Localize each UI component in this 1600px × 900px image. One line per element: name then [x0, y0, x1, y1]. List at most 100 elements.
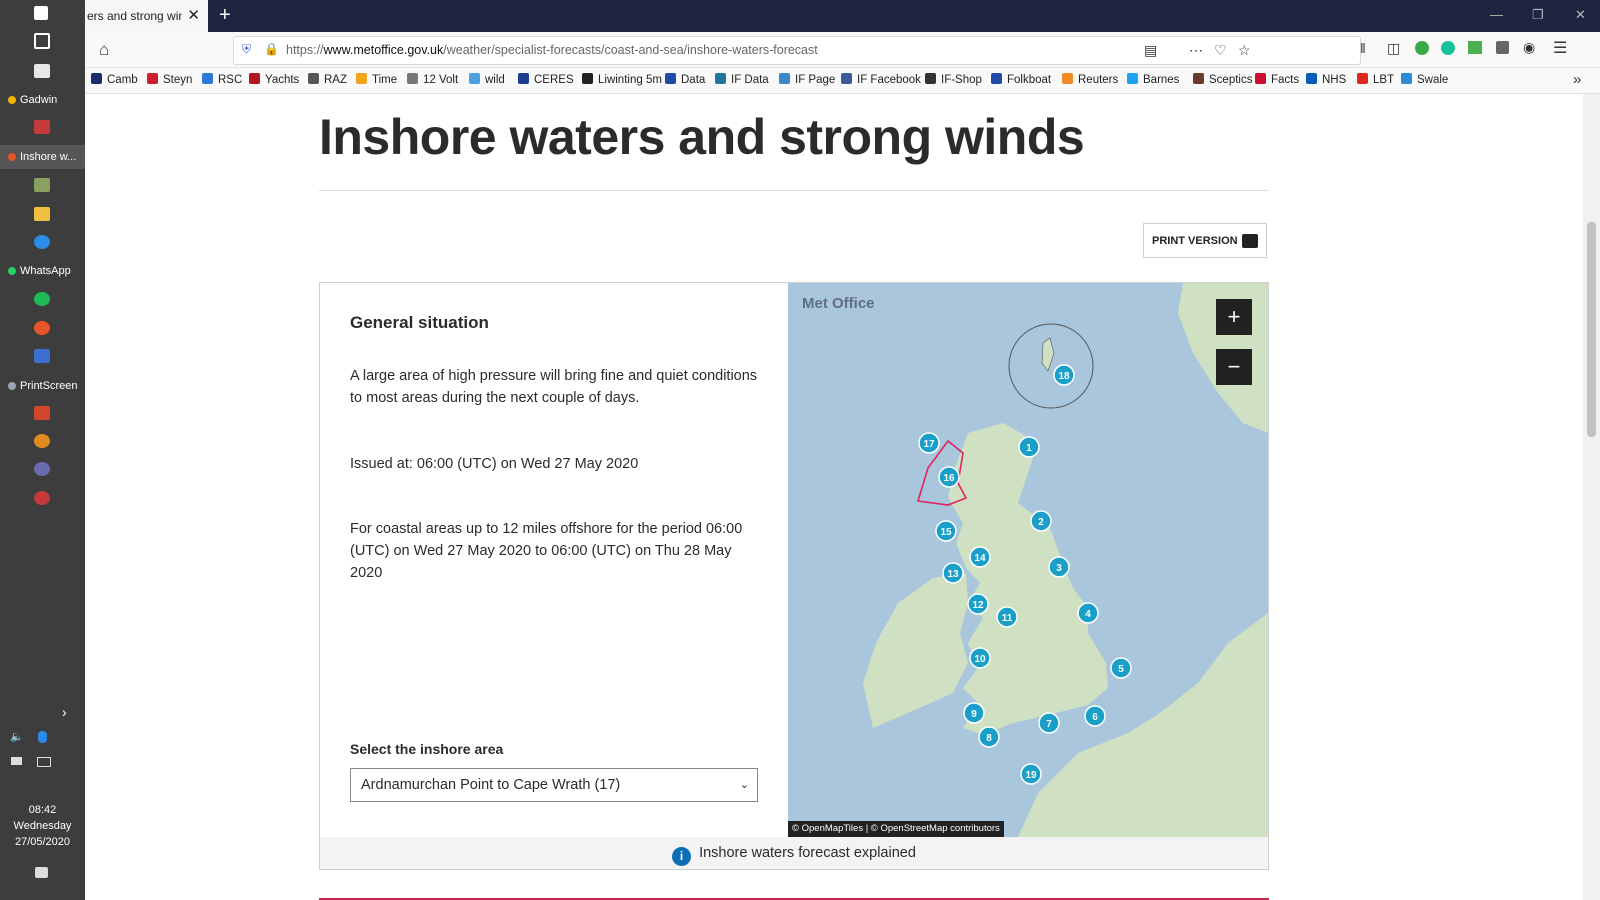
reader-view-icon[interactable]: ▤	[1144, 42, 1157, 59]
inshore-map[interactable]: 1 2 3 4 5 6 7 8 9 10 11 12 13 14 15 16 17 18 19 Met Office…	[788, 283, 1268, 837]
bookmark-item[interactable]: Folkboat	[991, 68, 1051, 93]
area-marker-6[interactable]: 6	[1084, 705, 1106, 727]
battery-icon[interactable]	[37, 757, 51, 767]
bookmark-item[interactable]: Facts	[1255, 68, 1299, 93]
bookmark-item[interactable]: IF Data	[715, 68, 769, 93]
page-actions-icon[interactable]: ⋯	[1189, 42, 1203, 59]
new-tab-button[interactable]: +	[219, 0, 231, 30]
area-marker-4[interactable]: 4	[1077, 602, 1099, 624]
bookmark-item[interactable]: Liwinting 5m	[582, 68, 662, 93]
app-icon[interactable]	[34, 120, 50, 134]
home-icon[interactable]: ⌂	[99, 40, 109, 60]
bookmark-item[interactable]: NHS	[1306, 68, 1346, 93]
page-scrollbar[interactable]	[1583, 94, 1600, 900]
bookmark-item[interactable]: Swale	[1401, 68, 1448, 93]
area-marker-15[interactable]: 15	[935, 520, 957, 542]
area-marker-2[interactable]: 2	[1030, 510, 1052, 532]
bookmark-item[interactable]: wild	[469, 68, 505, 93]
folder-icon[interactable]	[34, 207, 50, 221]
app-icon[interactable]	[34, 321, 50, 335]
taskbar-app-gadwin[interactable]: Gadwin	[0, 88, 85, 112]
bookmark-item[interactable]: Steyn	[147, 68, 192, 93]
bookmark-item[interactable]: IF-Shop	[925, 68, 982, 93]
bluetooth-icon[interactable]	[38, 731, 47, 743]
library-icon[interactable]: ‖	[1360, 40, 1366, 56]
area-marker-7[interactable]: 7	[1038, 712, 1060, 734]
bookmark-item[interactable]: 12 Volt	[407, 68, 458, 93]
sidebar-icon[interactable]: ◫	[1387, 40, 1400, 57]
inshore-area-select[interactable]: Ardnamurchan Point to Cape Wrath (17) ⌄	[350, 768, 758, 802]
area-marker-10[interactable]: 10	[969, 647, 991, 669]
area-marker-18[interactable]: 18	[1053, 364, 1075, 386]
print-version-button[interactable]: PRINT VERSION	[1143, 223, 1267, 258]
area-marker-11[interactable]: 11	[996, 606, 1018, 628]
bookmark-item[interactable]: Camb	[91, 68, 138, 93]
restore-icon[interactable]: ❐	[1532, 0, 1544, 30]
spotify-icon[interactable]	[34, 292, 50, 306]
browser-tab-active[interactable]: ers and strong winds ✕	[85, 0, 208, 32]
scrollbar-thumb[interactable]	[1587, 222, 1596, 437]
close-tab-icon[interactable]: ✕	[187, 0, 200, 32]
area-marker-5[interactable]: 5	[1110, 657, 1132, 679]
zoom-in-button[interactable]: +	[1216, 299, 1252, 335]
app-icon[interactable]	[34, 349, 50, 363]
address-bar[interactable]: ⛨ 🔒 https://www.metoffice.gov.uk/weather…	[233, 36, 1361, 65]
zoom-out-button[interactable]: −	[1216, 349, 1252, 385]
grammarly-icon[interactable]	[1441, 41, 1455, 55]
task-view-icon[interactable]	[34, 33, 50, 49]
bookmark-item[interactable]: CERES	[518, 68, 574, 93]
chevron-right-icon[interactable]: ›	[62, 704, 67, 720]
extension-icon[interactable]	[1468, 41, 1482, 54]
area-marker-8[interactable]: 8	[978, 726, 1000, 748]
url-text[interactable]: https://www.metoffice.gov.uk/weather/spe…	[286, 37, 818, 64]
bookmark-item[interactable]: Barnes	[1127, 68, 1179, 93]
bookmark-star-icon[interactable]: ☆	[1238, 42, 1251, 59]
app-icon[interactable]	[34, 406, 50, 420]
area-marker-13[interactable]: 13	[942, 562, 964, 584]
close-window-icon[interactable]: ✕	[1575, 0, 1586, 30]
bookmark-item[interactable]: IF Facebook	[841, 68, 921, 93]
map-canvas[interactable]: 12345678910111213141516171819	[788, 283, 1268, 837]
area-marker-3[interactable]: 3	[1048, 556, 1070, 578]
menu-icon[interactable]: ☰	[1553, 38, 1567, 58]
bookmark-item[interactable]: LBT	[1357, 68, 1394, 93]
taskbar-app-printscreen[interactable]: PrintScreen	[0, 374, 85, 398]
system-clock[interactable]: 08:42 Wednesday 27/05/2020	[0, 802, 85, 850]
area-marker-9[interactable]: 9	[963, 702, 985, 724]
area-marker-17[interactable]: 17	[918, 432, 940, 454]
minimize-icon[interactable]: —	[1490, 0, 1503, 30]
bookmark-item[interactable]: IF Page	[779, 68, 835, 93]
area-marker-1[interactable]: 1	[1018, 436, 1040, 458]
app-icon[interactable]	[34, 491, 50, 505]
bookmark-item[interactable]: RSC	[202, 68, 242, 93]
taskbar-app-whatsapp[interactable]: WhatsApp	[0, 259, 85, 283]
mail-icon[interactable]	[34, 64, 50, 78]
app-icon[interactable]	[34, 178, 50, 192]
account-icon[interactable]: ◉	[1523, 39, 1535, 56]
extension-icon[interactable]	[1415, 41, 1429, 55]
bookmark-item[interactable]: Reuters	[1062, 68, 1118, 93]
area-marker-12[interactable]: 12	[967, 593, 989, 615]
bookmark-item[interactable]: RAZ	[308, 68, 347, 93]
start-icon[interactable]	[34, 6, 48, 20]
map-attribution[interactable]: © OpenMapTiles | © OpenStreetMap contrib…	[788, 821, 1004, 837]
notification-icon[interactable]	[35, 867, 48, 878]
bookmark-item[interactable]: Sceptics	[1193, 68, 1252, 93]
message-icon[interactable]	[11, 757, 22, 765]
forecast-explained-link[interactable]: i Inshore waters forecast explained	[320, 837, 1268, 869]
area-marker-16[interactable]: 16	[938, 466, 960, 488]
taskbar-app-firefox[interactable]: Inshore w...	[0, 145, 85, 169]
extension-icon[interactable]	[1496, 41, 1509, 54]
area-marker-19[interactable]: 19	[1020, 763, 1042, 785]
bookmark-item[interactable]: Yachts	[249, 68, 299, 93]
app-icon[interactable]	[34, 434, 50, 448]
volume-icon[interactable]: 🔈	[10, 730, 24, 743]
app-icon[interactable]	[34, 462, 50, 476]
shield-icon[interactable]: ⛨	[242, 42, 251, 57]
bookmark-item[interactable]: Time	[356, 68, 397, 93]
bookmark-item[interactable]: Data	[665, 68, 705, 93]
edge-icon[interactable]	[34, 235, 50, 249]
chevron-overflow-icon[interactable]: »	[1573, 71, 1581, 88]
lock-icon[interactable]: 🔒	[264, 42, 279, 56]
area-marker-14[interactable]: 14	[969, 546, 991, 568]
